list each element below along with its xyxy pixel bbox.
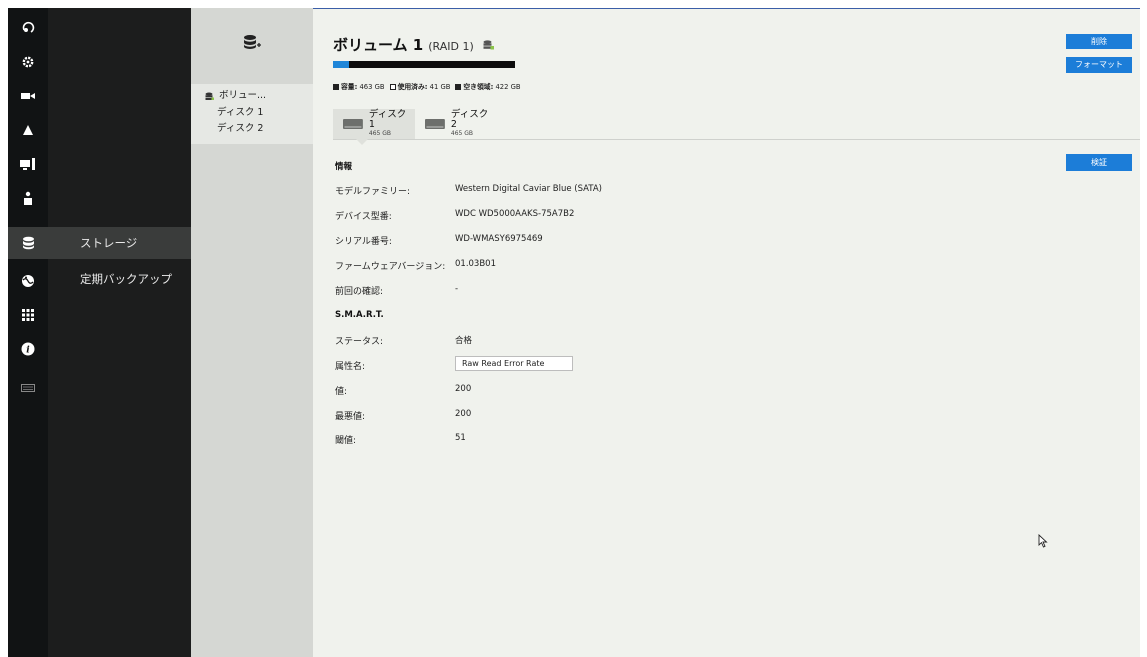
usage-bar-fill	[333, 61, 350, 68]
worst-value: 200	[455, 409, 472, 419]
capacity-summary: 容量: 463 GB 使用済み: 41 GB 空き領域: 422 GB	[333, 81, 521, 91]
firmware-value: 01.03B01	[455, 259, 496, 269]
tab-disk-1[interactable]: ディスク 1 465 GB	[333, 109, 415, 139]
disk-icon	[425, 119, 445, 129]
model-family-label: モデルファミリー:	[335, 187, 411, 197]
svg-text:i: i	[26, 346, 30, 356]
free-label: 空き領域:	[463, 83, 494, 91]
gear-icon[interactable]	[8, 48, 48, 76]
last-check-value: -	[455, 284, 459, 294]
volume-tree: ボリュー... ディスク 1 ディスク 2	[191, 84, 313, 144]
usage-bar	[333, 61, 515, 68]
network-icon[interactable]	[8, 267, 48, 295]
active-tab-pointer	[356, 139, 368, 145]
smart-status-label: ステータス:	[335, 337, 384, 347]
monitor-icon[interactable]	[8, 150, 48, 178]
free-swatch	[455, 84, 462, 90]
attribute-name-select[interactable]: Raw Read Error Rate	[455, 356, 573, 371]
used-value: 41 GB	[429, 83, 451, 91]
attribute-value-label: 値:	[335, 387, 348, 397]
grid-icon[interactable]	[8, 301, 48, 329]
tab-disk-1-size: 465 GB	[368, 130, 391, 137]
tab-disk-2[interactable]: ディスク 2 465 GB	[415, 109, 497, 139]
volume-status-icon	[483, 35, 494, 54]
smart-heading: S.M.A.R.T.	[335, 310, 384, 320]
alert-icon[interactable]	[8, 116, 48, 144]
tab-disk-2-name: ディスク 2	[450, 109, 489, 130]
volume-title: ボリューム 1	[333, 36, 424, 54]
menu-item-storage[interactable]: ストレージ	[48, 227, 191, 259]
used-swatch	[389, 84, 396, 90]
volume-header: ボリューム 1 (RAID 1)	[333, 34, 494, 55]
format-button[interactable]: フォーマット	[1066, 57, 1132, 73]
playback-icon[interactable]	[8, 14, 48, 42]
free-item: 空き領域: 422 GB	[455, 81, 521, 91]
delete-button[interactable]: 削除	[1066, 34, 1132, 49]
tab-disk-1-name: ディスク 1	[368, 109, 407, 130]
model-family-value: Western Digital Caviar Blue (SATA)	[455, 184, 602, 194]
main-content: ボリューム 1 (RAID 1) 容量: 463 GB 使用済み: 41 GB …	[313, 8, 1140, 657]
mouse-pointer-icon	[1038, 533, 1048, 552]
tree-item-disk-2[interactable]: ディスク 2	[191, 121, 313, 137]
disk-icon	[343, 119, 363, 129]
tree-item-disk-1[interactable]: ディスク 1	[191, 105, 313, 121]
device-model-label: デバイス型番:	[335, 212, 392, 222]
attribute-name-label: 属性名:	[335, 362, 366, 372]
info-heading: 情報	[335, 162, 353, 172]
capacity-swatch	[333, 84, 339, 90]
tree-volume-label: ボリュー...	[219, 90, 267, 101]
disk-tabs: ディスク 1 465 GB ディスク 2 465 GB	[333, 109, 1140, 140]
info-icon[interactable]: i	[8, 335, 48, 363]
threshold-value: 51	[455, 433, 466, 443]
keyboard-icon[interactable]	[8, 374, 48, 402]
used-label: 使用済み:	[397, 83, 428, 91]
add-volume-button[interactable]	[191, 8, 313, 76]
firmware-label: ファームウェアバージョン:	[335, 262, 446, 272]
volume-icon	[205, 92, 214, 100]
smart-status-value: 合格	[455, 336, 473, 346]
raid-level: (RAID 1)	[428, 40, 474, 53]
icon-rail: i	[8, 8, 48, 657]
tab-disk-2-size: 465 GB	[450, 130, 473, 137]
capacity-value: 463 GB	[359, 83, 385, 91]
threshold-label: 閾値:	[335, 436, 357, 446]
capacity-label: 容量:	[341, 83, 358, 91]
capacity-item: 容量: 463 GB	[333, 81, 385, 91]
last-check-label: 前回の確認:	[335, 287, 384, 297]
used-item: 使用済み: 41 GB	[389, 81, 451, 91]
serial-value: WD-WMASY6975469	[455, 234, 543, 244]
user-icon[interactable]	[8, 184, 48, 212]
free-value: 422 GB	[495, 83, 521, 91]
add-volume-icon	[244, 34, 261, 49]
device-model-value: WDC WD5000AAKS-75A7B2	[455, 209, 575, 219]
app-window: i ストレージ 定期バックアップ ボリュー... ディスク 1 ディスク 2 ボ…	[8, 8, 1140, 657]
menu-item-scheduled-backup[interactable]: 定期バックアップ	[48, 263, 191, 295]
storage-icon[interactable]	[8, 227, 48, 259]
worst-value-label: 最悪値:	[335, 412, 366, 422]
serial-label: シリアル番号:	[335, 237, 392, 247]
section-menu: ストレージ 定期バックアップ	[48, 8, 191, 657]
attribute-value: 200	[455, 384, 472, 394]
camera-icon[interactable]	[8, 82, 48, 110]
volume-tree-panel: ボリュー... ディスク 1 ディスク 2	[191, 8, 313, 657]
tree-item-volume[interactable]: ボリュー...	[191, 88, 313, 104]
verify-button[interactable]: 検証	[1066, 154, 1132, 171]
